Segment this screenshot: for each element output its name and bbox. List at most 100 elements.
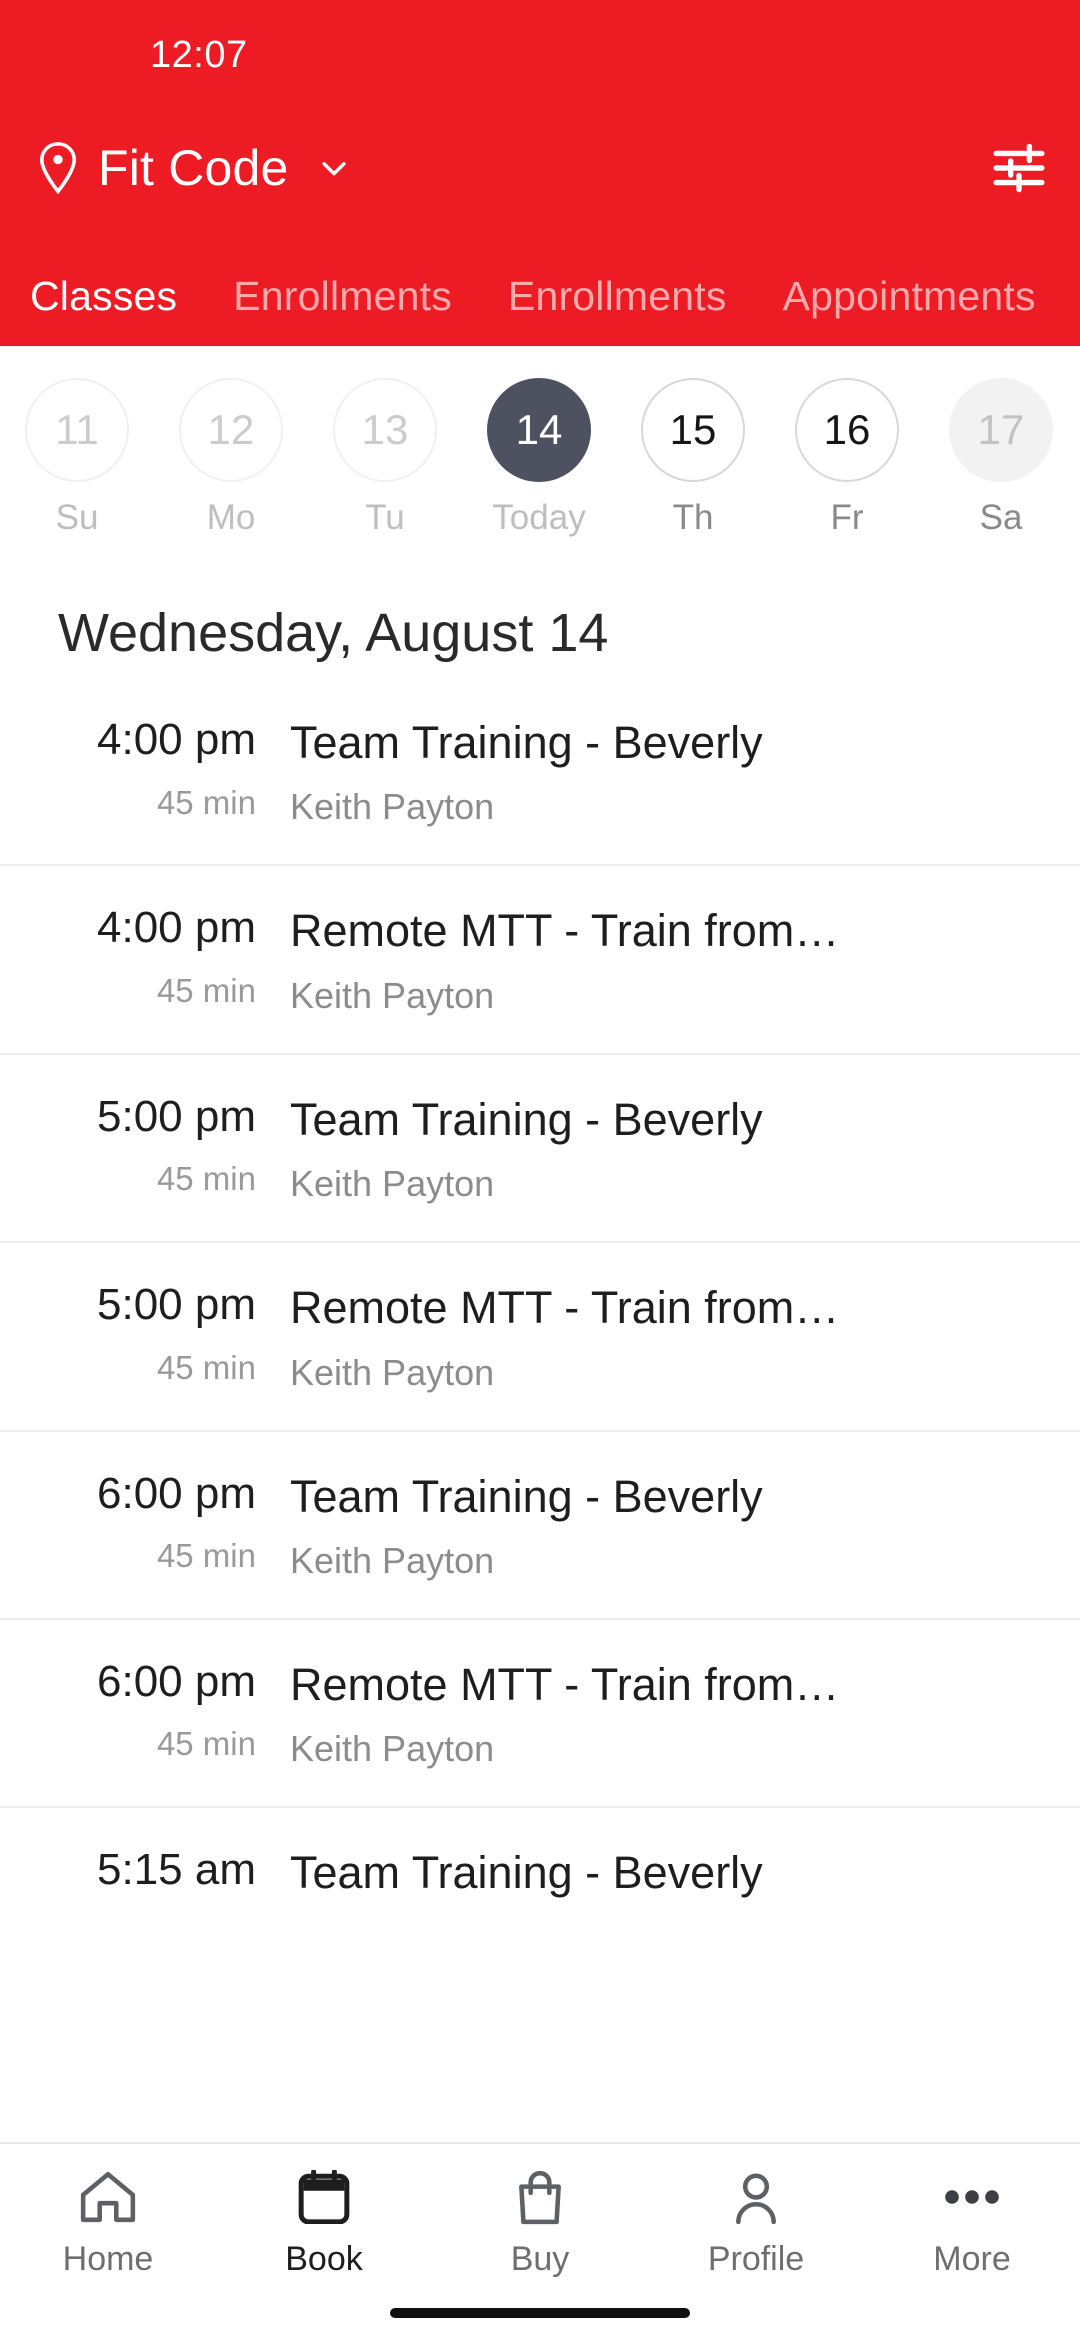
class-time-block: 4:00 pm 45 min <box>40 716 290 822</box>
location-selector[interactable]: Fit Code <box>36 139 351 197</box>
class-title: Remote MTT - Train from… <box>290 906 840 957</box>
class-instructor: Keith Payton <box>290 786 495 828</box>
class-time: 5:15 am <box>97 1845 256 1895</box>
class-time-block: 6:00 pm 45 min <box>40 1470 290 1576</box>
nav-label-more: More <box>933 2240 1011 2278</box>
location-pin-icon <box>36 141 80 195</box>
class-instructor: Keith Payton <box>290 974 495 1016</box>
nav-label-profile: Profile <box>707 2240 805 2278</box>
tab-enrollments-2[interactable]: Enrollments <box>508 273 727 320</box>
date-cell-11[interactable]: 11 Su <box>0 378 154 538</box>
class-title: Team Training - Beverly <box>290 1848 763 1899</box>
class-time: 5:00 pm <box>97 1091 256 1141</box>
date-number-17[interactable]: 17 <box>949 378 1053 482</box>
class-instructor: Keith Payton <box>290 1163 495 1205</box>
date-label-12: Mo <box>206 498 256 537</box>
date-number-16[interactable]: 16 <box>795 378 899 482</box>
shopping-bag-icon <box>513 2166 567 2228</box>
nav-item-buy[interactable]: Buy <box>432 2166 648 2279</box>
class-row[interactable]: 5:00 pm 45 min Remote MTT - Train from… … <box>0 1241 1080 1429</box>
class-title: Team Training - Beverly <box>290 1471 763 1522</box>
class-time: 5:00 pm <box>97 1280 256 1330</box>
class-info-block: Team Training - Beverly Keith Payton <box>290 1093 1040 1205</box>
tab-enrollments-1[interactable]: Enrollments <box>233 273 452 320</box>
class-duration: 45 min <box>156 783 256 821</box>
chevron-down-icon[interactable] <box>317 151 351 185</box>
home-gesture-bar[interactable] <box>390 2308 690 2318</box>
date-label-today: Today <box>492 498 586 537</box>
class-instructor: Keith Payton <box>290 1351 495 1393</box>
app-header: 12:07 Fit Code Classes Enrollments Enrol… <box>0 0 1080 346</box>
nav-label-book: Book <box>285 2240 363 2278</box>
class-title: Remote MTT - Train from… <box>290 1659 840 1710</box>
class-info-block: Team Training - Beverly <box>290 1846 1040 1916</box>
class-info-block: Remote MTT - Train from… Keith Payton <box>290 1281 1040 1393</box>
tab-classes[interactable]: Classes <box>30 273 177 320</box>
date-cell-12[interactable]: 12 Mo <box>154 378 308 538</box>
class-time: 6:00 pm <box>97 1656 256 1706</box>
date-number-12[interactable]: 12 <box>179 378 283 482</box>
filter-sliders-icon[interactable] <box>992 143 1046 193</box>
class-duration: 45 min <box>156 1725 256 1763</box>
date-label-13: Tu <box>365 498 405 537</box>
class-duration: 45 min <box>156 1537 256 1575</box>
schedule-date-heading: Wednesday, August 14 <box>58 603 609 663</box>
class-duration: 45 min <box>156 1348 256 1386</box>
date-cell-16[interactable]: 16 Fr <box>770 378 924 538</box>
class-row[interactable]: 5:00 pm 45 min Team Training - Beverly K… <box>0 1052 1080 1241</box>
date-number-13[interactable]: 13 <box>333 378 437 482</box>
class-list: 4:00 pm 45 min Team Training - Beverly K… <box>0 682 1080 2340</box>
class-time: 4:00 pm <box>97 715 256 764</box>
class-time-block: 5:00 pm 45 min <box>40 1093 290 1199</box>
class-time-block: 5:15 am <box>40 1846 290 1914</box>
status-bar: 12:07 <box>0 0 1080 110</box>
class-title: Remote MTT - Train from… <box>290 1283 840 1334</box>
nav-item-home[interactable]: Home <box>0 2166 216 2279</box>
tab-appointments[interactable]: Appointments <box>783 273 1036 320</box>
class-title: Team Training - Beverly <box>290 1094 763 1145</box>
calendar-icon <box>297 2166 351 2228</box>
class-duration: 45 min <box>156 971 256 1009</box>
date-number-15[interactable]: 15 <box>641 378 745 482</box>
date-strip: 11 Su 12 Mo 13 Tu 14 Today 15 Th 16 Fr 1… <box>0 346 1080 576</box>
title-bar: Fit Code <box>0 110 1080 226</box>
class-time-block: 5:00 pm 45 min <box>40 1281 290 1387</box>
class-info-block: Remote MTT - Train from… Keith Payton <box>290 904 1040 1016</box>
class-time-block: 4:00 pm 45 min <box>40 904 290 1010</box>
class-row[interactable]: 5:15 am Team Training - Beverly <box>0 1806 1080 1952</box>
date-label-16: Fr <box>830 498 864 537</box>
nav-item-book[interactable]: Book <box>216 2166 432 2279</box>
person-icon <box>729 2166 783 2228</box>
date-cell-15[interactable]: 15 Th <box>616 378 770 538</box>
nav-item-more[interactable]: More <box>864 2166 1080 2279</box>
class-row[interactable]: 4:00 pm 45 min Remote MTT - Train from… … <box>0 864 1080 1052</box>
ellipsis-icon <box>942 2166 1002 2228</box>
date-cell-14-today[interactable]: 14 Today <box>462 378 616 538</box>
class-instructor: Keith Payton <box>290 1728 495 1770</box>
date-label-11: Su <box>55 498 99 537</box>
class-title: Team Training - Beverly <box>290 718 763 768</box>
nav-item-profile[interactable]: Profile <box>648 2166 864 2279</box>
home-icon <box>79 2166 137 2228</box>
class-info-block: Team Training - Beverly Keith Payton <box>290 1470 1040 1582</box>
date-label-15: Th <box>672 498 714 537</box>
class-time-block: 6:00 pm 45 min <box>40 1658 290 1764</box>
date-cell-17[interactable]: 17 Sa <box>924 378 1078 538</box>
class-time: 4:00 pm <box>97 903 256 953</box>
app-screen: 12:07 Fit Code Classes Enrollments Enrol… <box>0 0 1080 2340</box>
date-cell-13[interactable]: 13 Tu <box>308 378 462 538</box>
date-label-17: Sa <box>979 498 1023 537</box>
class-row[interactable]: 6:00 pm 45 min Remote MTT - Train from… … <box>0 1617 1080 1806</box>
class-row[interactable]: 4:00 pm 45 min Team Training - Beverly K… <box>0 682 1080 864</box>
class-time: 6:00 pm <box>97 1468 256 1518</box>
class-row[interactable]: 6:00 pm 45 min Team Training - Beverly K… <box>0 1429 1080 1618</box>
header-tabs: Classes Enrollments Enrollments Appointm… <box>0 226 1080 346</box>
nav-label-home: Home <box>62 2240 154 2278</box>
class-info-block: Team Training - Beverly Keith Payton <box>290 716 1040 828</box>
status-bar-clock: 12:07 <box>150 33 248 76</box>
class-info-block: Remote MTT - Train from… Keith Payton <box>290 1658 1040 1770</box>
class-instructor: Keith Payton <box>290 1539 495 1581</box>
class-duration: 45 min <box>156 1160 256 1198</box>
date-number-14[interactable]: 14 <box>487 378 591 482</box>
date-number-11[interactable]: 11 <box>25 378 129 482</box>
